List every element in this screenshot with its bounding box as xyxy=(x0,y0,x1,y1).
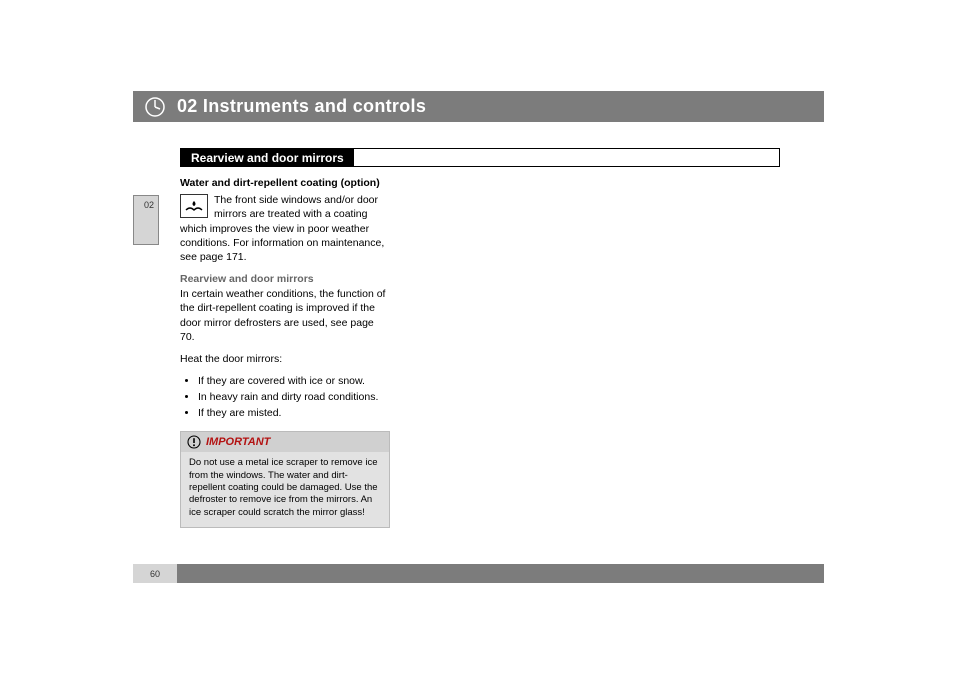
list-item: If they are covered with ice or snow. xyxy=(198,374,390,388)
heat-intro: Heat the door mirrors: xyxy=(180,352,390,366)
list-item: If they are misted. xyxy=(198,406,390,420)
section-title-row: Rearview and door mirrors xyxy=(180,148,780,167)
chapter-tab-number: 02 xyxy=(144,200,154,210)
chapter-header-bar: 02 Instruments and controls xyxy=(133,91,824,122)
coating-paragraph-block: The front side windows and/or door mirro… xyxy=(180,193,390,264)
list-item: In heavy rain and dirty road conditions. xyxy=(198,390,390,404)
section-title: Rearview and door mirrors xyxy=(181,149,354,166)
coating-paragraph: The front side windows and/or door mirro… xyxy=(180,194,384,263)
callout-header: IMPORTANT xyxy=(181,432,389,453)
alert-icon xyxy=(187,435,201,449)
water-repellent-icon xyxy=(180,194,208,218)
chapter-title: 02 Instruments and controls xyxy=(177,96,426,117)
body-column: Water and dirt-repellent coating (option… xyxy=(180,176,390,528)
section-title-spacer xyxy=(354,149,779,166)
heat-conditions-list: If they are covered with ice or snow. In… xyxy=(180,374,390,421)
chapter-icon xyxy=(133,91,177,122)
subheading-mirrors: Rearview and door mirrors xyxy=(180,272,390,286)
callout-title: IMPORTANT xyxy=(206,435,270,450)
page-footer-bar: 60 xyxy=(133,564,824,583)
chapter-side-tab: 02 xyxy=(133,195,159,245)
page-number: 60 xyxy=(133,564,177,583)
callout-body: Do not use a metal ice scraper to remove… xyxy=(181,452,389,527)
subheading-coating: Water and dirt-repellent coating (option… xyxy=(180,176,390,190)
important-callout: IMPORTANT Do not use a metal ice scraper… xyxy=(180,431,390,529)
mirrors-paragraph: In certain weather conditions, the funct… xyxy=(180,287,390,344)
